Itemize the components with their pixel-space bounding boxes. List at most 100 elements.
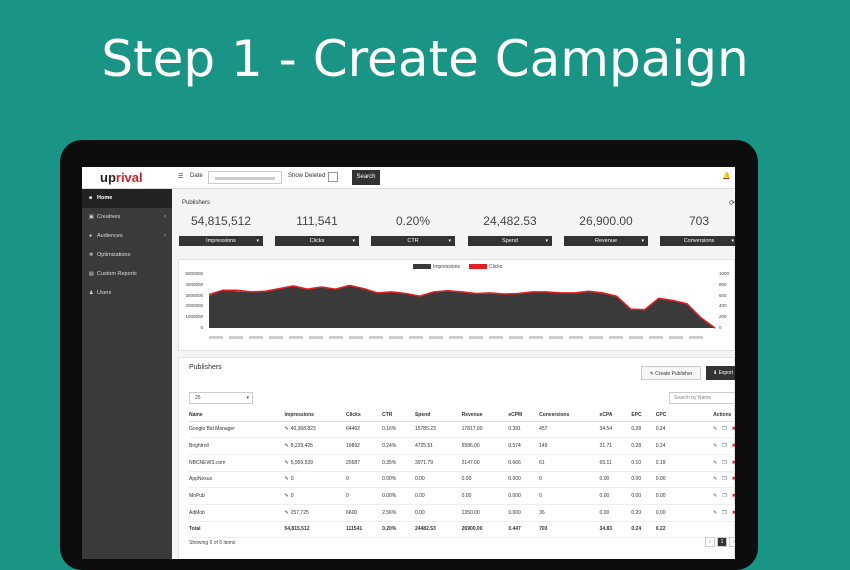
stat-conversions: 703 Conversions xyxy=(660,214,735,249)
pencil-icon[interactable]: ✎ xyxy=(284,476,288,482)
pager-next-button[interactable]: › xyxy=(729,537,735,547)
pencil-icon: ✎ xyxy=(649,371,654,377)
search-by-name-input[interactable]: Search by Name xyxy=(669,392,735,404)
edit-icon[interactable]: ✎ xyxy=(713,493,717,499)
pencil-icon[interactable]: ✎ xyxy=(284,460,288,466)
table-cell: 36 xyxy=(539,509,545,516)
home-icon: ■ xyxy=(89,195,93,201)
report-icon: ▤ xyxy=(89,271,94,277)
table-cell: 40,368,823 xyxy=(290,426,316,433)
user-icon: ♟ xyxy=(89,290,94,296)
total-cell: 111541 xyxy=(346,521,383,539)
edit-icon[interactable]: ✎ xyxy=(713,460,717,466)
column-header[interactable]: Clicks xyxy=(346,410,383,422)
table-row[interactable]: AdMob ✎ 257,725 6600 2.56% 0.00 1350.00 0.000 36… xyxy=(189,504,735,522)
users-icon: ● xyxy=(89,233,93,239)
stat-dropdown[interactable]: Clicks xyxy=(275,236,359,246)
column-header[interactable]: eCPM xyxy=(508,410,540,422)
publishers-title: Publishers xyxy=(189,364,222,371)
summary-title: Publishers xyxy=(182,200,211,206)
table-cell: 34.54 xyxy=(599,426,613,433)
copy-icon[interactable]: ❐ xyxy=(722,493,726,499)
refresh-icon[interactable]: ⟳ xyxy=(729,199,735,207)
sidebar-item-users[interactable]: ♟ Users xyxy=(82,284,172,303)
table-cell: 0.19 xyxy=(655,459,666,466)
pencil-icon[interactable]: ✎ xyxy=(284,426,288,432)
table-row[interactable]: AppNexus ✎ 0 0 0.00% 0.00 0.00 0.000 0 0.00 0.00 0.… xyxy=(189,471,735,489)
sidebar-item-home[interactable]: ■ Home xyxy=(82,189,172,208)
column-header[interactable]: Actions xyxy=(713,410,735,422)
column-header[interactable]: eCPA xyxy=(599,410,632,422)
page-size-select[interactable]: 25 xyxy=(189,392,253,404)
pager-prev-button[interactable]: ‹ xyxy=(705,537,715,547)
logo: uprival xyxy=(100,170,143,185)
table-cell: 0.666 xyxy=(508,459,521,466)
publishers-panel: Publishers ✎ Create Publisher ⬇ Export 2… xyxy=(178,357,735,559)
table-cell: 0.00 xyxy=(599,476,610,483)
column-header[interactable]: CTR xyxy=(382,410,415,422)
column-header[interactable]: CPC xyxy=(655,410,714,422)
copy-icon[interactable]: ❐ xyxy=(722,510,726,516)
cogs-icon: ✻ xyxy=(89,252,94,258)
total-cell: 54,815,512 xyxy=(284,521,347,539)
delete-icon[interactable]: ✖ xyxy=(732,460,735,466)
create-publisher-button[interactable]: ✎ Create Publisher xyxy=(641,366,701,380)
stat-dropdown[interactable]: CTR xyxy=(371,236,455,246)
table-cell: 0 xyxy=(346,476,349,483)
edit-icon[interactable]: ✎ xyxy=(713,476,717,482)
sidebar-item-audiences[interactable]: ● Audiences ‹ xyxy=(82,227,172,246)
column-header[interactable]: Revenue xyxy=(461,410,509,422)
stat-dropdown[interactable]: Revenue xyxy=(564,236,648,246)
delete-icon[interactable]: ✖ xyxy=(732,443,735,449)
stat-dropdown[interactable]: Spend xyxy=(468,236,552,246)
pencil-icon[interactable]: ✎ xyxy=(284,510,288,516)
menu-icon[interactable]: ☰ xyxy=(178,173,183,180)
export-button[interactable]: ⬇ Export xyxy=(706,366,735,380)
pencil-icon[interactable]: ✎ xyxy=(284,443,288,449)
table-row[interactable]: NBCNEWS.com ✎ 5,959,539 20587 0.35% 3971.79 21… xyxy=(189,454,735,472)
column-header[interactable]: Spend xyxy=(414,410,462,422)
main-content: Publishers ⟳ 54,815,512Impressions 111,5… xyxy=(172,189,735,559)
delete-icon[interactable]: ✖ xyxy=(732,476,735,482)
edit-icon[interactable]: ✎ xyxy=(713,426,717,432)
table-row[interactable]: Brightroll ✎ 8,229,425 19892 0.24% 4725.51 558… xyxy=(189,437,735,455)
table-row[interactable]: MoPub ✎ 0 0 0.00% 0.00 0.00 0.000 0 0.00 0.00 0.00 ✎… xyxy=(189,487,735,505)
copy-icon[interactable]: ❐ xyxy=(722,426,726,432)
bell-icon[interactable]: 🔔 xyxy=(722,172,731,180)
pager-page-1[interactable]: 1 xyxy=(717,537,727,547)
column-header[interactable]: EPC xyxy=(631,410,656,422)
table-cell: 17817.00 xyxy=(461,426,483,433)
table-cell: 61 xyxy=(539,459,545,466)
delete-icon[interactable]: ✖ xyxy=(732,510,735,516)
search-button[interactable]: Search xyxy=(352,170,380,185)
copy-icon[interactable]: ❐ xyxy=(722,443,726,449)
stat-dropdown[interactable]: Conversions xyxy=(660,236,735,246)
table-cell: 0.00 xyxy=(414,476,425,483)
date-input[interactable] xyxy=(208,171,282,184)
stat-dropdown[interactable]: Impressions xyxy=(179,236,263,246)
table-cell: 65.11 xyxy=(599,459,612,466)
column-header[interactable]: Conversions xyxy=(539,410,600,422)
edit-icon[interactable]: ✎ xyxy=(713,510,717,516)
chevron-left-icon: ‹ xyxy=(164,214,166,220)
pencil-icon[interactable]: ✎ xyxy=(284,493,288,499)
sidebar-item-custom-reports[interactable]: ▤ Custom Reports xyxy=(82,265,172,284)
delete-icon[interactable]: ✖ xyxy=(732,493,735,499)
edit-icon[interactable]: ✎ xyxy=(713,443,717,449)
table-cell: 3971.79 xyxy=(414,459,434,466)
total-cell: 34.83 xyxy=(599,521,632,539)
column-header[interactable]: Name xyxy=(189,410,285,422)
copy-icon[interactable]: ❐ xyxy=(722,460,726,466)
table-row[interactable]: Google Bid Manager ✎ 40,368,823 64462 0.16% 1… xyxy=(189,421,735,439)
stat-impressions: 54,815,512 Impressions xyxy=(179,214,263,249)
show-deleted-checkbox[interactable] xyxy=(328,172,338,182)
copy-icon[interactable]: ❐ xyxy=(722,476,726,482)
column-header[interactable]: Impressions xyxy=(284,410,347,422)
sidebar-item-optimizations[interactable]: ✻ Optimizations xyxy=(82,246,172,265)
table-cell: 0 xyxy=(539,476,542,483)
table-cell: 0.00 xyxy=(414,509,425,516)
total-row: Total 54,815,512 111541 0.20% 24482.53 26900.… xyxy=(189,521,735,539)
delete-icon[interactable]: ✖ xyxy=(732,426,735,432)
table-cell: 0.28 xyxy=(631,426,642,433)
sidebar-item-creatives[interactable]: ▣ Creatives ‹ xyxy=(82,208,172,227)
